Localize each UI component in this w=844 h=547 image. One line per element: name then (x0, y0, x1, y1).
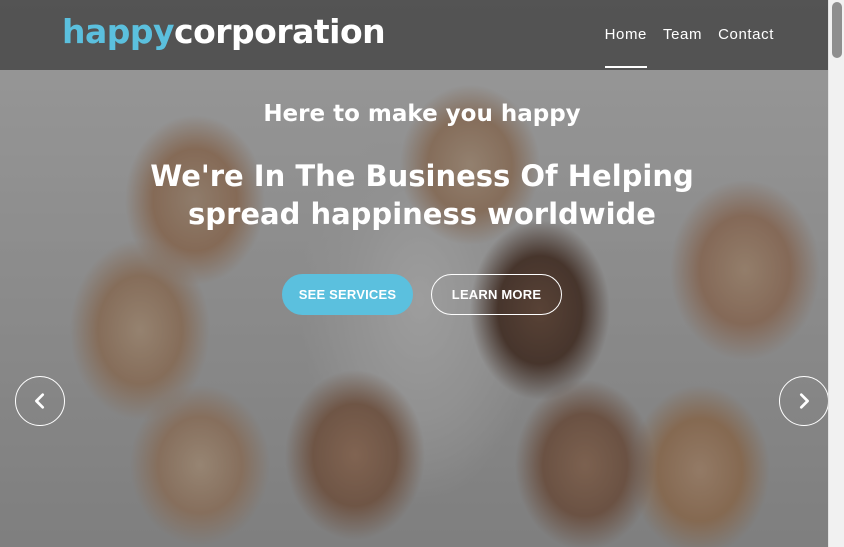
navbar: happycorporation Home Team Contact (0, 0, 828, 70)
learn-more-button[interactable]: LEARN MORE (431, 274, 562, 315)
nav-item-contact[interactable]: Contact (718, 0, 774, 70)
page: happycorporation Home Team Contact Here … (0, 0, 844, 547)
brand-logo[interactable]: happycorporation (62, 12, 386, 51)
vertical-scrollbar[interactable] (828, 0, 844, 547)
hero-overlay (0, 0, 828, 547)
brand-logo-part1: happy (62, 12, 175, 51)
chevron-left-icon (35, 393, 45, 409)
nav-item-home[interactable]: Home (604, 0, 648, 70)
nav-item-team[interactable]: Team (663, 0, 702, 70)
chevron-right-icon (799, 393, 809, 409)
see-services-button[interactable]: SEE SERVICES (282, 274, 413, 315)
carousel-prev-button[interactable] (15, 376, 65, 426)
hero-tagline: Here to make you happy (263, 101, 581, 127)
scrollbar-thumb[interactable] (832, 2, 842, 58)
brand-logo-part2: corporation (174, 12, 386, 51)
hero-headline: We're In The Business Of Helping spread … (150, 159, 694, 231)
main-nav: Home Team Contact (589, 0, 774, 70)
carousel-next-button[interactable] (779, 376, 829, 426)
